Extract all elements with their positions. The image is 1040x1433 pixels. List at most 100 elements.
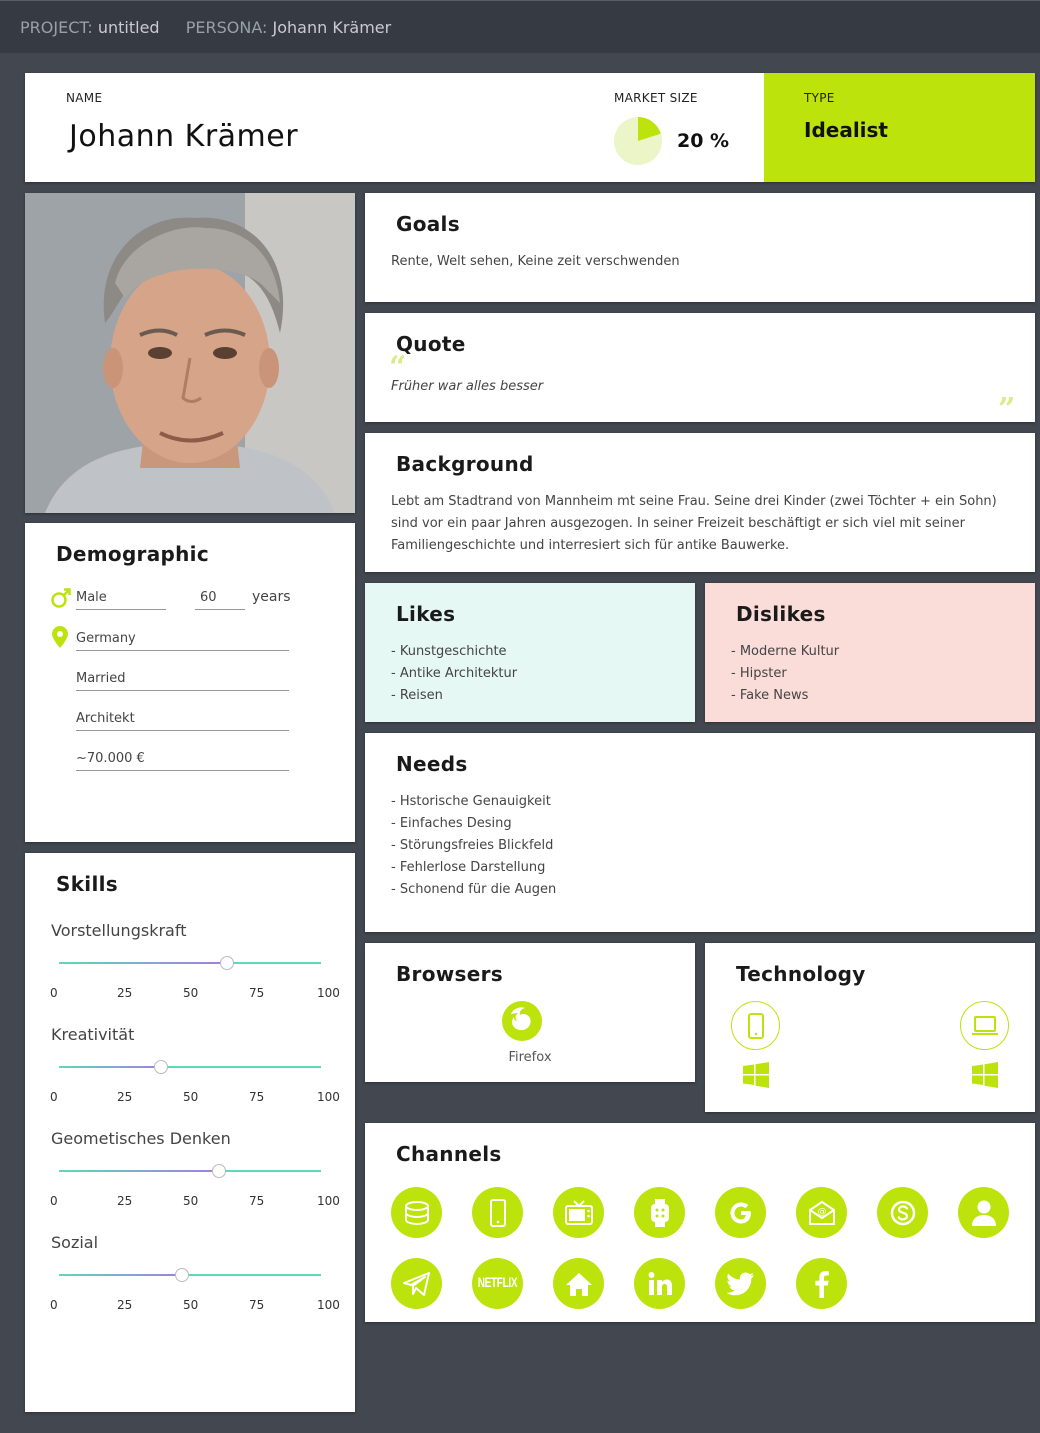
male-gender-icon xyxy=(51,588,71,608)
scale-tick-label: 25 xyxy=(117,1298,133,1312)
header-card: NAME Johann Krämer MARKET SIZE 20 % TYPE… xyxy=(25,73,1035,182)
person-icon[interactable] xyxy=(958,1187,1009,1238)
likes-list: - Kunstgeschichte - Antike Architektur -… xyxy=(391,641,517,707)
demographic-card: Demographic Male 60 years Germany Marrie… xyxy=(25,523,355,842)
needs-card: Needs - Hstorische Genauigkeit - Einfach… xyxy=(365,733,1035,932)
skill-slider-handle[interactable] xyxy=(154,1060,169,1074)
persona-name[interactable]: Johann Krämer xyxy=(273,18,392,37)
scale-tick-label: 0 xyxy=(50,986,58,1000)
gender-field[interactable]: Male xyxy=(76,587,166,610)
top-bar: PROJECT: untitled PERSONA: Johann Krämer xyxy=(0,0,1040,53)
persona-photo[interactable] xyxy=(25,193,355,513)
home-icon[interactable] xyxy=(553,1258,604,1309)
windows-icon[interactable] xyxy=(743,1062,769,1088)
type-value[interactable]: Idealist xyxy=(804,118,888,142)
list-item[interactable]: - Einfaches Desing xyxy=(391,813,556,835)
scale-tick-label: 0 xyxy=(50,1298,58,1312)
scale-tick-label: 50 xyxy=(183,1090,199,1104)
goals-text[interactable]: Rente, Welt sehen, Keine zeit verschwend… xyxy=(391,251,680,273)
laptop-icon[interactable] xyxy=(960,1001,1009,1050)
face-illustration xyxy=(25,193,355,513)
country-field[interactable]: Germany xyxy=(76,628,289,651)
twitter-icon[interactable] xyxy=(715,1258,766,1309)
list-item[interactable]: - Fehlerlose Darstellung xyxy=(391,857,556,879)
smartphone-icon[interactable] xyxy=(731,1001,780,1050)
skill-label: Vorstellungskraft xyxy=(51,921,187,940)
skill-label: Sozial xyxy=(51,1233,99,1252)
skill-slider-handle[interactable] xyxy=(211,1164,226,1178)
smartphone-icon[interactable] xyxy=(472,1187,523,1238)
list-item[interactable]: - Reisen xyxy=(391,685,517,707)
age-unit: years xyxy=(252,589,291,605)
likes-title: Likes xyxy=(396,602,456,626)
skill-slider-handle[interactable] xyxy=(219,956,234,970)
skill-slider[interactable] xyxy=(59,1164,321,1178)
list-item[interactable]: - Schonend für die Augen xyxy=(391,879,556,901)
browsers-title: Browsers xyxy=(396,962,503,986)
name-label: NAME xyxy=(66,91,103,105)
skill-scale: 0 25 50 75 100 xyxy=(50,1090,340,1104)
firefox-icon[interactable] xyxy=(501,1000,543,1042)
list-item[interactable]: - Hipster xyxy=(731,663,839,685)
scale-tick-label: 100 xyxy=(317,1298,340,1312)
skill-label: Geometisches Denken xyxy=(51,1129,231,1148)
likes-card: Likes - Kunstgeschichte - Antike Archite… xyxy=(365,583,695,722)
skills-card: Skills Vorstellungskraft 0 25 50 75 100 Kreati… xyxy=(25,853,355,1412)
smartwatch-icon[interactable] xyxy=(634,1187,685,1238)
skill-slider-fill xyxy=(59,1066,162,1068)
skill-slider-fill xyxy=(59,962,227,964)
skill-slider[interactable] xyxy=(59,1060,321,1074)
occupation-field[interactable]: Architekt xyxy=(76,708,289,731)
google-icon[interactable] xyxy=(715,1187,766,1238)
project-name[interactable]: untitled xyxy=(98,18,160,37)
windows-icon[interactable] xyxy=(972,1062,998,1088)
browsers-card: Browsers Firefox xyxy=(365,943,695,1082)
database-icon[interactable] xyxy=(391,1187,442,1238)
quote-text[interactable]: Früher war alles besser xyxy=(391,376,543,398)
needs-title: Needs xyxy=(396,752,468,776)
list-item[interactable]: - Antike Architektur xyxy=(391,663,517,685)
list-item[interactable]: - Fake News xyxy=(731,685,839,707)
skill-slider-fill xyxy=(59,1274,183,1276)
telegram-icon[interactable] xyxy=(391,1258,442,1309)
goals-card: Goals Rente, Welt sehen, Keine zeit vers… xyxy=(365,193,1035,302)
marital-status-field[interactable]: Married xyxy=(76,668,289,691)
market-size-label: MARKET SIZE xyxy=(614,91,698,105)
scale-tick-label: 100 xyxy=(317,1194,340,1208)
svg-text:@: @ xyxy=(817,1207,826,1217)
type-panel: TYPE Idealist xyxy=(764,73,1035,182)
background-title: Background xyxy=(396,452,534,476)
scale-tick-label: 50 xyxy=(183,1298,199,1312)
facebook-icon[interactable] xyxy=(796,1258,847,1309)
list-item[interactable]: - Moderne Kultur xyxy=(731,641,839,663)
skill-slider[interactable] xyxy=(59,1268,321,1282)
linkedin-icon[interactable] xyxy=(634,1258,685,1309)
scale-tick-label: 25 xyxy=(117,1194,133,1208)
background-text[interactable]: Lebt am Stadtrand von Mannheim mt seine … xyxy=(391,491,1016,557)
scale-tick-label: 75 xyxy=(249,1090,265,1104)
skill-slider[interactable] xyxy=(59,956,321,970)
project-label: PROJECT: xyxy=(20,18,93,37)
tv-icon[interactable] xyxy=(553,1187,604,1238)
quote-close-mark: ” xyxy=(998,392,1016,427)
skill-label: Kreativität xyxy=(51,1025,135,1044)
channels-title: Channels xyxy=(396,1142,502,1166)
income-field[interactable]: ~70.000 € xyxy=(76,748,289,771)
persona-title[interactable]: Johann Krämer xyxy=(69,119,298,154)
list-item[interactable]: - Störungsfreies Blickfeld xyxy=(391,835,556,857)
netflix-logo-text: NETFLIX xyxy=(477,1275,518,1292)
skill-scale: 0 25 50 75 100 xyxy=(50,986,340,1000)
needs-list: - Hstorische Genauigkeit - Einfaches Des… xyxy=(391,791,556,901)
skype-icon[interactable] xyxy=(877,1187,928,1238)
netflix-icon[interactable]: NETFLIX xyxy=(472,1258,523,1309)
email-icon[interactable]: @ xyxy=(796,1187,847,1238)
list-item[interactable]: - Kunstgeschichte xyxy=(391,641,517,663)
browser-label: Firefox xyxy=(508,1050,552,1065)
scale-tick-label: 25 xyxy=(117,986,133,1000)
skill-slider-handle[interactable] xyxy=(175,1268,190,1282)
list-item[interactable]: - Hstorische Genauigkeit xyxy=(391,791,556,813)
age-field[interactable]: 60 xyxy=(195,587,245,610)
dislikes-card: Dislikes - Moderne Kultur - Hipster - Fa… xyxy=(705,583,1035,722)
scale-tick-label: 0 xyxy=(50,1090,58,1104)
scale-tick-label: 50 xyxy=(183,1194,199,1208)
